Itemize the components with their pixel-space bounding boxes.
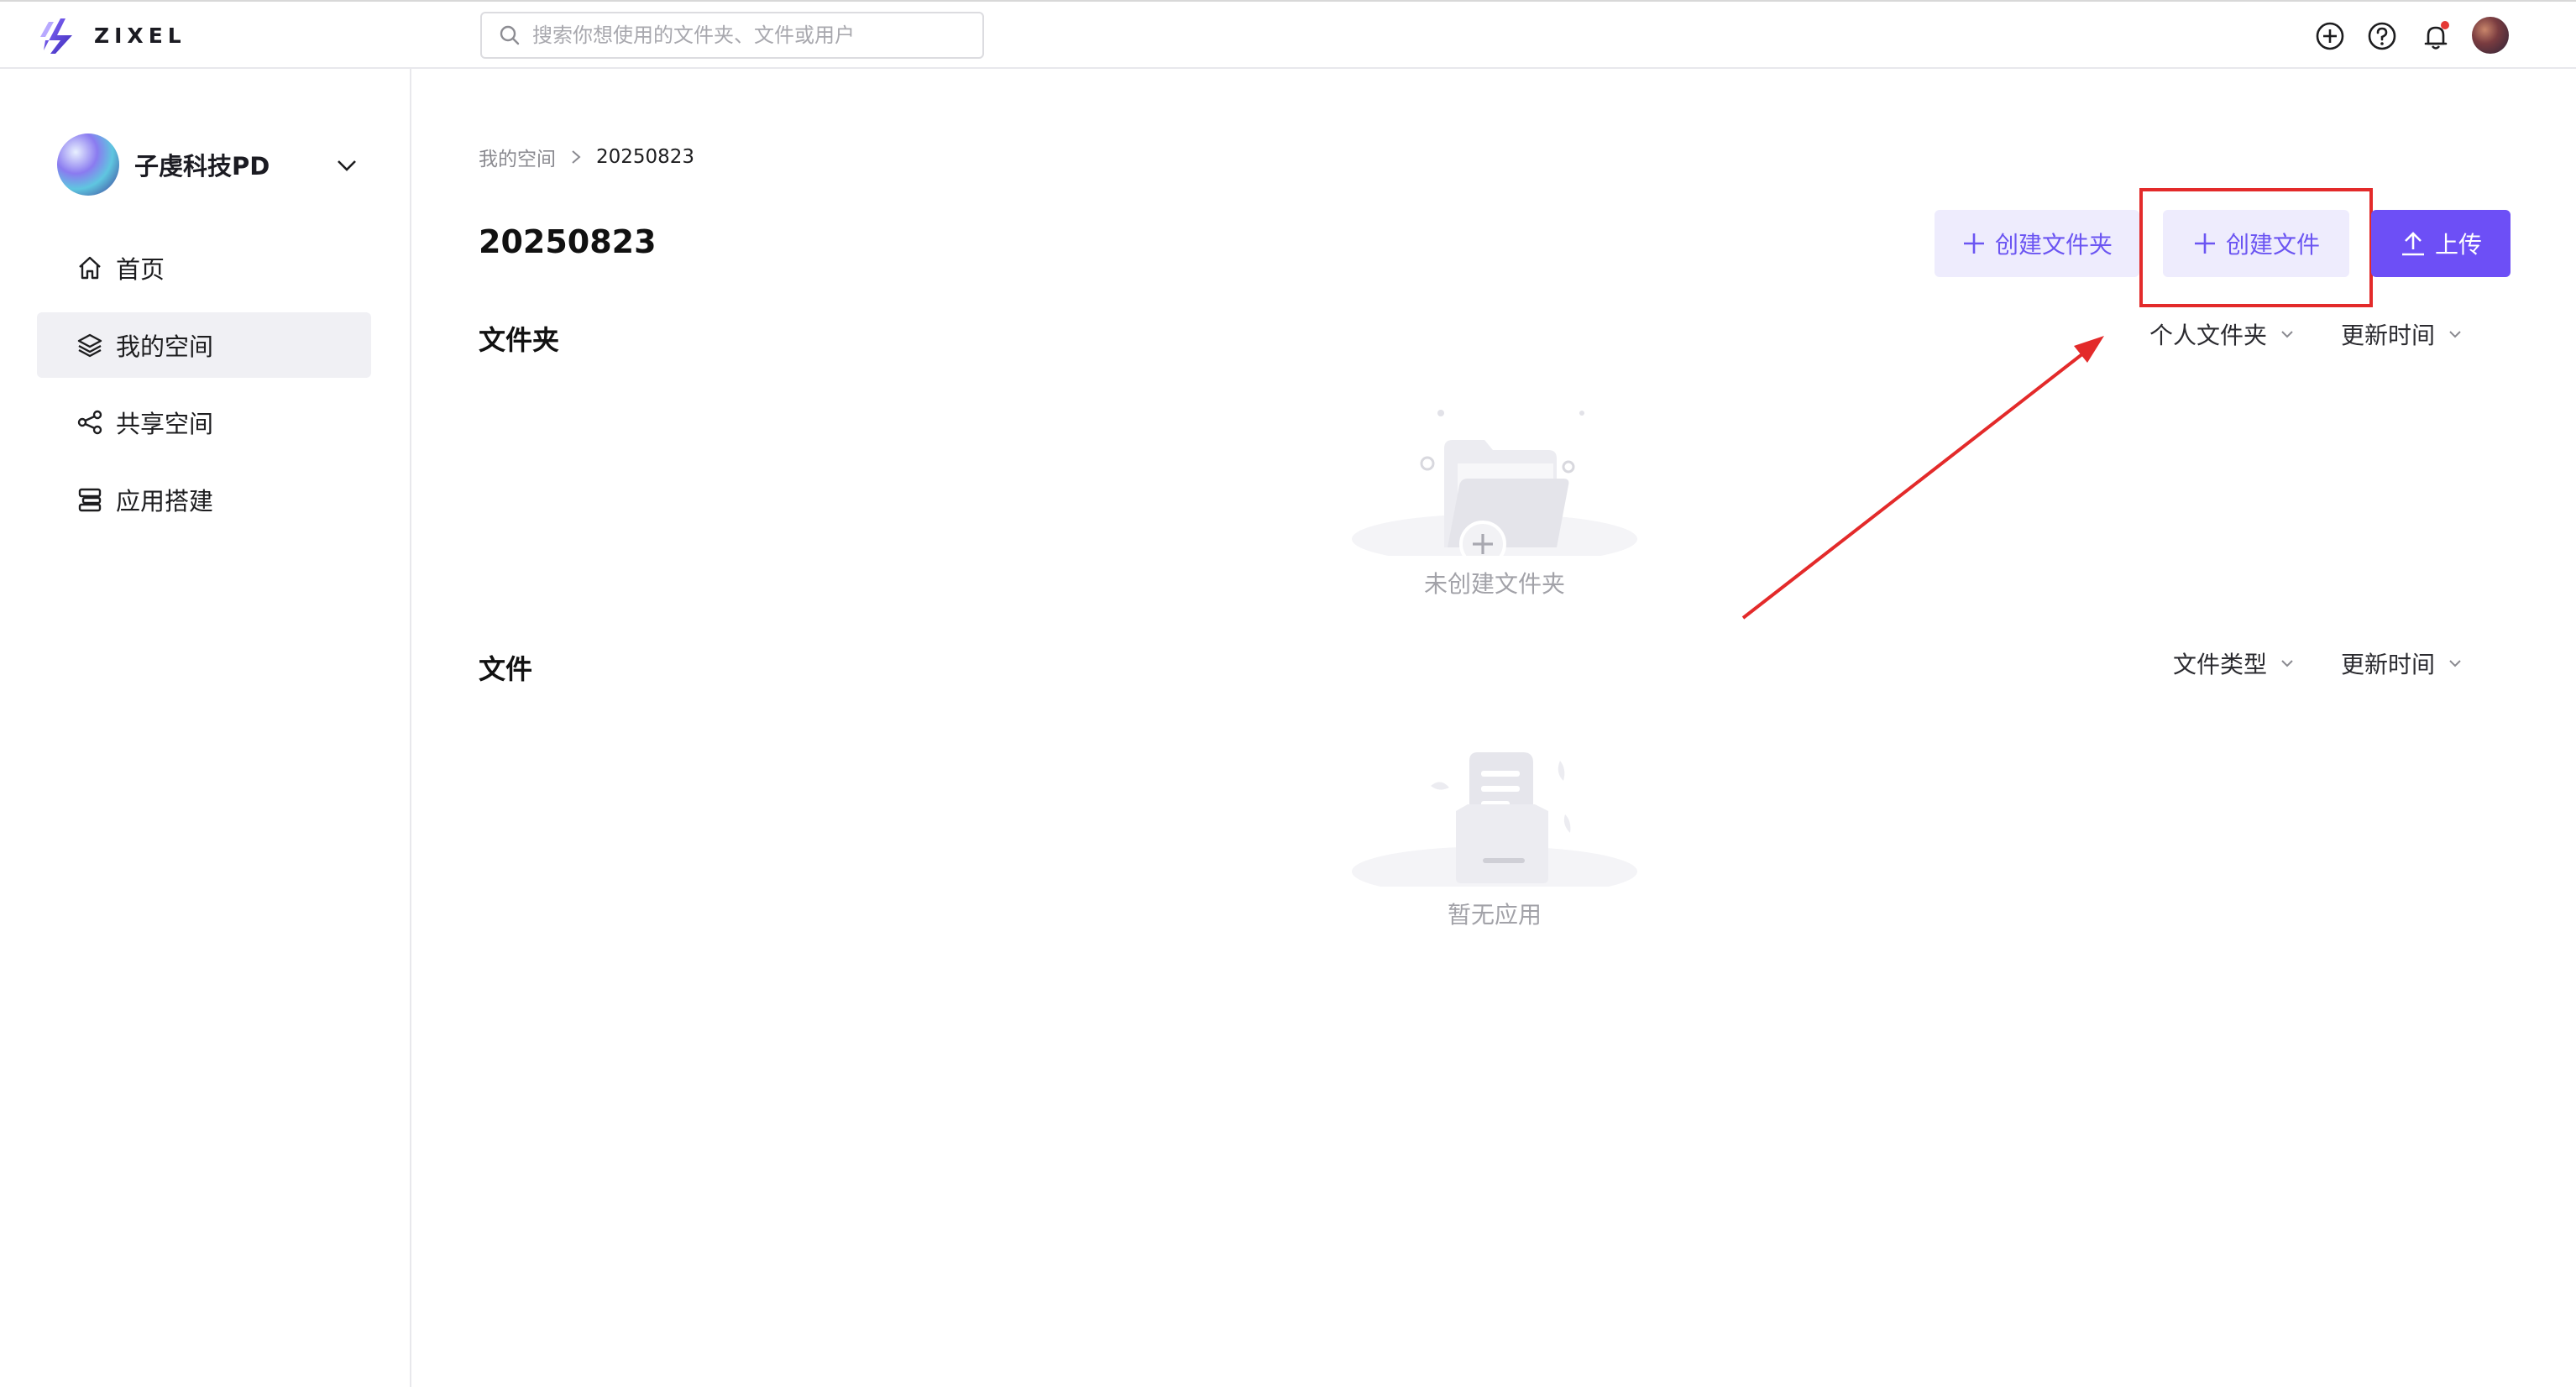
sidebar-item-label: 应用搭建 — [116, 487, 214, 516]
top-bar: ZIXEL — [0, 0, 2576, 69]
search-icon — [500, 25, 520, 45]
home-icon — [79, 256, 101, 280]
sidebar: 子虔科技PD 首页 我的空间 共享空间 应用搭建 — [0, 69, 411, 1387]
logo[interactable]: ZIXEL — [35, 10, 186, 60]
sidebar-item-home[interactable]: 首页 — [37, 235, 371, 301]
team-switcher[interactable]: 子虔科技PD — [57, 133, 359, 196]
empty-folder-icon — [1352, 410, 1637, 568]
notification-dot — [2441, 21, 2449, 29]
upload-button[interactable]: 上传 — [2371, 210, 2511, 277]
plus-icon — [1963, 233, 1984, 254]
files-section-title: 文件 — [479, 653, 533, 685]
breadcrumb-item-current: 20250823 — [596, 146, 695, 168]
sidebar-item-shared-space[interactable]: 共享空间 — [37, 390, 371, 455]
plus-circle-icon[interactable] — [2314, 20, 2346, 52]
layers-icon — [77, 333, 102, 358]
chevron-down-icon — [2281, 660, 2293, 667]
folder-update-time-sort[interactable]: 更新时间 — [2341, 317, 2463, 351]
folders-empty-state: 未创建文件夹 — [1343, 379, 1646, 599]
files-empty-state: 暂无应用 — [1343, 710, 1646, 930]
chevron-down-icon[interactable] — [334, 153, 359, 178]
server-icon — [78, 488, 102, 512]
chevron-down-icon — [2449, 660, 2461, 667]
filter-label: 更新时间 — [2341, 651, 2436, 678]
create-folder-label: 创建文件夹 — [1994, 231, 2113, 259]
personal-folder-filter[interactable]: 个人文件夹 — [2149, 317, 2296, 351]
upload-label: 上传 — [2434, 231, 2482, 259]
files-empty-text: 暂无应用 — [1447, 901, 1542, 929]
bell-icon[interactable] — [2420, 20, 2452, 52]
chevron-right-icon — [572, 150, 581, 164]
user-avatar[interactable] — [2472, 17, 2509, 54]
breadcrumb: 我的空间 20250823 — [479, 143, 694, 171]
help-icon[interactable] — [2366, 20, 2398, 52]
file-update-time-sort[interactable]: 更新时间 — [2341, 646, 2463, 680]
app-window: ZIXEL 子虔科技P — [0, 0, 2576, 1387]
search-box[interactable] — [480, 12, 984, 59]
logo-text: ZIXEL — [94, 23, 186, 48]
empty-document-icon — [1352, 752, 1637, 897]
sidebar-nav: 首页 我的空间 共享空间 应用搭建 — [37, 235, 371, 544]
create-folder-button[interactable]: 创建文件夹 — [1935, 210, 2139, 277]
upload-icon — [2401, 232, 2424, 256]
team-name: 子虔科技PD — [134, 152, 270, 181]
page-title: 20250823 — [479, 223, 657, 260]
file-type-filter[interactable]: 文件类型 — [2173, 646, 2296, 680]
filter-label: 文件类型 — [2173, 651, 2268, 678]
sidebar-item-label: 共享空间 — [116, 410, 214, 438]
annotation-highlight-box — [2139, 188, 2373, 307]
filter-label: 个人文件夹 — [2149, 322, 2268, 349]
zixel-logo-icon — [40, 18, 72, 54]
chevron-down-icon — [2281, 331, 2293, 338]
chevron-down-icon — [2449, 331, 2461, 338]
share-icon — [77, 410, 102, 435]
breadcrumb-item-my-space[interactable]: 我的空间 — [479, 143, 556, 171]
folders-empty-text: 未创建文件夹 — [1423, 570, 1565, 598]
filter-label: 更新时间 — [2341, 322, 2436, 349]
team-avatar — [57, 133, 119, 196]
sidebar-item-label: 首页 — [116, 255, 165, 284]
sidebar-item-app-builder[interactable]: 应用搭建 — [37, 467, 371, 532]
sidebar-item-my-space[interactable]: 我的空间 — [37, 312, 371, 378]
search-input[interactable] — [532, 24, 969, 47]
sidebar-item-label: 我的空间 — [116, 332, 214, 361]
folders-section-title: 文件夹 — [479, 324, 560, 356]
